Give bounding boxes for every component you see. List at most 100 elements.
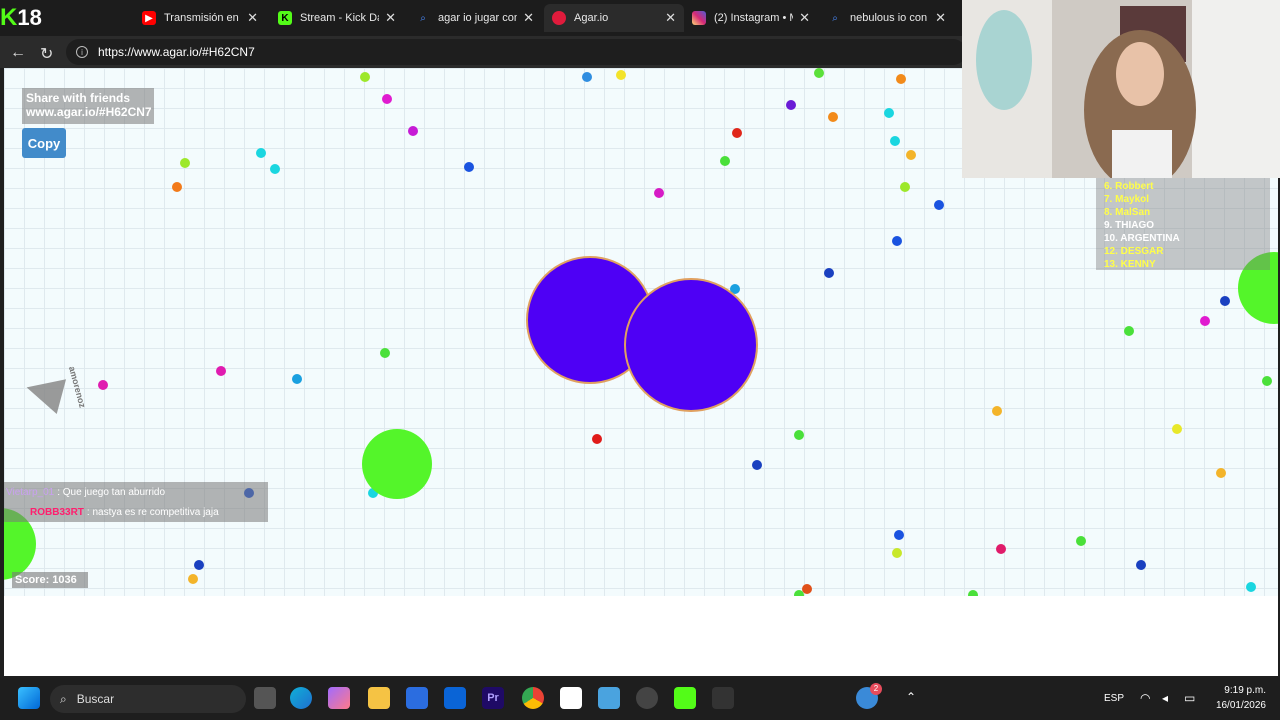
food-pellet	[906, 150, 916, 160]
copy-button[interactable]: Copy	[22, 128, 66, 158]
food-pellet	[934, 200, 944, 210]
close-icon[interactable]: ✕	[385, 10, 396, 26]
search-icon: ⌕	[832, 12, 838, 24]
tab-label: Stream - Kick Dash	[300, 12, 379, 24]
kick-icon: K	[278, 11, 292, 25]
share-title: Share with friends	[26, 91, 131, 105]
leaderboard-row: 6. Robbert	[1104, 181, 1154, 192]
share-panel: Share with friends www.agar.io/#H62CN7	[22, 88, 154, 124]
notepad-icon[interactable]	[598, 687, 620, 709]
chat-text: : nastya es re competitiva jaja	[86, 506, 219, 518]
site-info-icon[interactable]: i	[76, 46, 88, 58]
folder-icon[interactable]	[368, 687, 390, 709]
leaderboard-row: 8. MalSan	[1104, 207, 1151, 218]
food-pellet	[256, 148, 266, 158]
close-icon[interactable]: ✕	[523, 10, 534, 26]
food-pellet	[1136, 560, 1146, 570]
food-pellet	[890, 136, 900, 146]
reload-icon[interactable]: ↻	[40, 44, 53, 64]
leaderboard-row: 12. DESGAR	[1104, 246, 1164, 257]
food-pellet	[98, 380, 108, 390]
tab-instagram[interactable]: (2) Instagram • Me ✕	[684, 4, 818, 32]
app-icon[interactable]	[712, 687, 734, 709]
close-icon[interactable]: ✕	[665, 10, 676, 26]
tab-search-agar[interactable]: ⌕ agar io jugar con a ✕	[408, 4, 542, 32]
food-pellet	[360, 72, 370, 82]
close-icon[interactable]: ✕	[247, 10, 258, 26]
premiere-icon[interactable]: Pr	[482, 687, 504, 709]
agar-icon	[552, 11, 566, 25]
close-icon[interactable]: ✕	[935, 10, 946, 26]
chrome-icon[interactable]	[522, 687, 544, 709]
windows-taskbar: ⌕ Buscar Pr 2 ⌃ ESP ◠ ◂ ▭ 9:19 p.m. 16/0…	[0, 678, 1280, 720]
food-pellet	[172, 182, 182, 192]
leaderboard-row: 9. THIAGO	[1104, 220, 1155, 231]
food-pellet	[216, 366, 226, 376]
language-indicator[interactable]: ESP	[1104, 693, 1124, 704]
clock-time[interactable]: 9:19 p.m.	[1216, 685, 1266, 696]
wifi-icon[interactable]: ◠	[1140, 691, 1150, 705]
food-pellet	[892, 548, 902, 558]
notification-badge: 2	[870, 683, 882, 695]
tab-label: Transmisión en vivo	[164, 12, 241, 24]
chat-message: ROBB33RT : nastya es re competitiva jaja	[4, 502, 268, 522]
food-pellet	[270, 164, 280, 174]
chat-username: Vietarp_01	[6, 486, 55, 498]
food-pellet	[380, 348, 390, 358]
edge-icon[interactable]	[290, 687, 312, 709]
windows-start-icon[interactable]	[18, 687, 40, 709]
tab-youtube[interactable]: ▶ Transmisión en vivo ✕	[134, 4, 266, 32]
food-pellet	[786, 100, 796, 110]
back-arrow-icon[interactable]: ←	[10, 44, 26, 62]
tab-label: agar io jugar con a	[438, 12, 518, 24]
leaderboard-row: 7. Maykol	[1104, 194, 1150, 205]
copilot-icon[interactable]	[328, 687, 350, 709]
taskbar-search[interactable]: ⌕ Buscar	[50, 685, 246, 713]
task-view-icon[interactable]	[254, 687, 276, 709]
food-pellet	[828, 112, 838, 122]
viewer-count: 18	[17, 5, 42, 30]
chevron-up-icon[interactable]: ⌃	[906, 690, 916, 704]
food-pellet	[180, 158, 190, 168]
chat-message: Vietarp_01 : Que juego tan aburrido	[4, 482, 268, 502]
food-pellet	[720, 156, 730, 166]
food-pellet	[752, 460, 762, 470]
leaderboard-row: 13. KENNY	[1104, 259, 1156, 270]
food-pellet	[1200, 316, 1210, 326]
clock-date[interactable]: 16/01/2026	[1206, 700, 1266, 711]
capcut-icon[interactable]	[560, 687, 582, 709]
tab-agar[interactable]: Agar.io ✕	[544, 4, 684, 32]
page-blank-area	[4, 596, 1278, 676]
tab-search-nebulous[interactable]: ⌕ nebulous io con an ✕	[820, 4, 954, 32]
leaderboard-row: 10. ARGENTINA	[1104, 233, 1180, 244]
food-pellet	[1124, 326, 1134, 336]
other-player-arrow-icon	[21, 369, 67, 415]
food-pellet	[188, 574, 198, 584]
food-pellet	[1172, 424, 1182, 434]
tab-kick[interactable]: K Stream - Kick Dash ✕	[270, 4, 404, 32]
food-pellet	[996, 544, 1006, 554]
search-icon: ⌕	[420, 12, 426, 24]
food-pellet	[992, 406, 1002, 416]
share-url: www.agar.io/#H62CN7	[26, 105, 152, 119]
store-icon[interactable]	[406, 687, 428, 709]
food-pellet	[814, 68, 824, 78]
url-input[interactable]: i https://www.agar.io/#H62CN7	[66, 39, 966, 65]
battery-icon[interactable]: ▭	[1184, 691, 1195, 705]
food-pellet	[194, 560, 204, 570]
food-pellet	[1076, 536, 1086, 546]
food-pellet	[892, 236, 902, 246]
green-cell	[362, 429, 432, 499]
close-icon[interactable]: ✕	[799, 10, 810, 26]
food-pellet	[616, 70, 626, 80]
food-pellet	[292, 374, 302, 384]
score-display: Score: 1036	[12, 572, 88, 588]
outlook-icon[interactable]	[444, 687, 466, 709]
obs-icon[interactable]	[636, 687, 658, 709]
food-pellet	[896, 74, 906, 84]
other-player-name: amorenoz	[66, 365, 88, 409]
food-pellet	[884, 108, 894, 118]
search-placeholder: Buscar	[76, 692, 115, 706]
kick-app-icon[interactable]	[674, 687, 696, 709]
volume-icon[interactable]: ◂	[1162, 691, 1168, 705]
